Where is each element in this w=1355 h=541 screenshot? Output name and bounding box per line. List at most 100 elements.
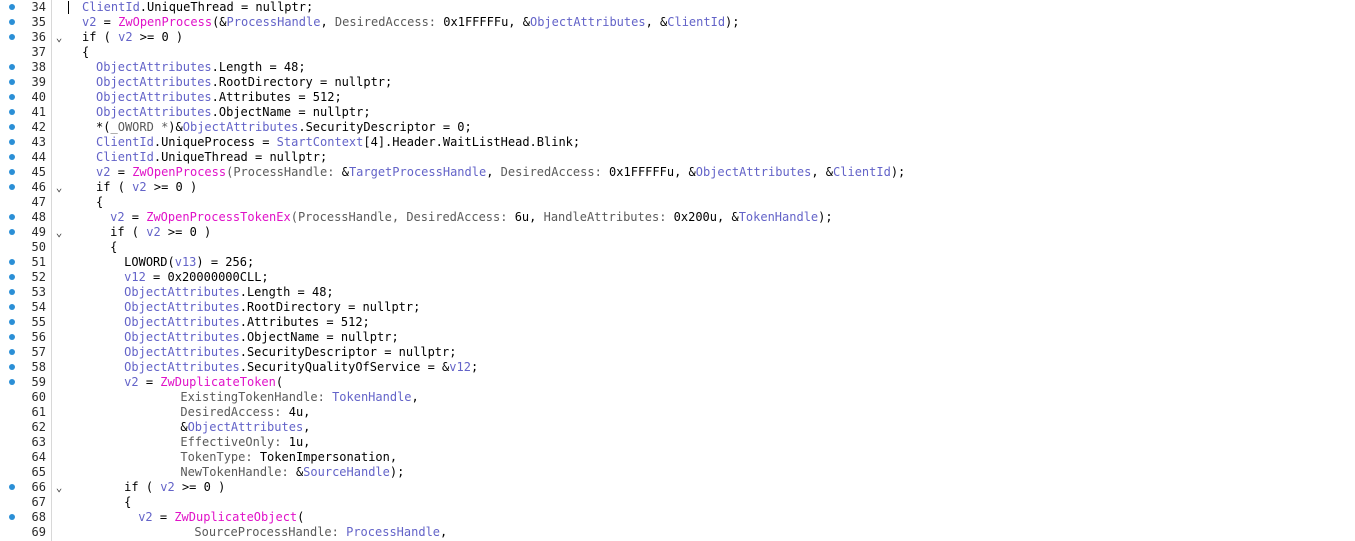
code-line[interactable]: 53 ObjectAttributes.Length = 48;: [0, 285, 1355, 300]
code-text[interactable]: v2 = ZwOpenProcess(&ProcessHandle, Desir…: [82, 15, 740, 30]
breakpoint-dot-icon[interactable]: [9, 64, 15, 70]
code-text[interactable]: if ( v2 >= 0 ): [96, 180, 197, 195]
code-text[interactable]: if ( v2 >= 0 ): [110, 225, 211, 240]
code-text[interactable]: EffectiveOnly: 1u,: [180, 435, 310, 450]
code-line[interactable]: 41 ObjectAttributes.ObjectName = nullptr;: [0, 105, 1355, 120]
code-text[interactable]: ObjectAttributes.Attributes = 512;: [124, 315, 370, 330]
code-text[interactable]: {: [110, 240, 117, 255]
breakpoint-dot-icon[interactable]: [9, 169, 15, 175]
code-line[interactable]: 45 v2 = ZwOpenProcess(ProcessHandle: &Tar…: [0, 165, 1355, 180]
code-text[interactable]: v2 = ZwDuplicateObject(: [138, 510, 304, 525]
code-line[interactable]: 36 ⌄ if ( v2 >= 0 ): [0, 30, 1355, 45]
code-text[interactable]: ObjectAttributes.Length = 48;: [96, 60, 306, 75]
breakpoint-dot-icon[interactable]: [9, 4, 15, 10]
code-text[interactable]: v12 = 0x20000000CLL;: [124, 270, 269, 285]
code-text[interactable]: v2 = ZwOpenProcessTokenEx(ProcessHandle,…: [110, 210, 833, 225]
code-line[interactable]: 57 ObjectAttributes.SecurityDescriptor = …: [0, 345, 1355, 360]
breakpoint-dot-icon[interactable]: [9, 364, 15, 370]
code-line[interactable]: 61 DesiredAccess: 4u,: [0, 405, 1355, 420]
code-text[interactable]: if ( v2 >= 0 ): [124, 480, 225, 495]
code-text[interactable]: SourceProcessHandle: ProcessHandle,: [194, 525, 447, 540]
code-line[interactable]: 56 ObjectAttributes.ObjectName = nullptr;: [0, 330, 1355, 345]
code-text[interactable]: ObjectAttributes.ObjectName = nullptr;: [96, 105, 371, 120]
breakpoint-dot-icon[interactable]: [9, 139, 15, 145]
breakpoint-dot-icon[interactable]: [9, 274, 15, 280]
code-line[interactable]: 51 LOWORD(v13) = 256;: [0, 255, 1355, 270]
code-line[interactable]: 62 &ObjectAttributes,: [0, 420, 1355, 435]
breakpoint-dot-icon[interactable]: [9, 109, 15, 115]
code-line[interactable]: 34 ClientId.UniqueThread = nullptr;: [0, 0, 1355, 15]
code-line[interactable]: 47 {: [0, 195, 1355, 210]
code-line[interactable]: 35 v2 = ZwOpenProcess(&ProcessHandle, Des…: [0, 15, 1355, 30]
code-text[interactable]: LOWORD(v13) = 256;: [124, 255, 254, 270]
code-line[interactable]: 46 ⌄ if ( v2 >= 0 ): [0, 180, 1355, 195]
breakpoint-dot-icon[interactable]: [9, 349, 15, 355]
code-text[interactable]: if ( v2 >= 0 ): [82, 30, 183, 45]
fold-chevron-down-icon[interactable]: ⌄: [53, 180, 65, 195]
breakpoint-dot-icon[interactable]: [9, 379, 15, 385]
breakpoint-dot-icon[interactable]: [9, 514, 15, 520]
breakpoint-dot-icon[interactable]: [9, 124, 15, 130]
breakpoint-dot-icon[interactable]: [9, 94, 15, 100]
breakpoint-dot-icon[interactable]: [9, 484, 15, 490]
breakpoint-dot-icon[interactable]: [9, 334, 15, 340]
code-line[interactable]: 37 {: [0, 45, 1355, 60]
code-text[interactable]: v2 = ZwOpenProcess(ProcessHandle: &Targe…: [96, 165, 905, 180]
code-line[interactable]: 43 ClientId.UniqueProcess = StartContext[…: [0, 135, 1355, 150]
code-text[interactable]: v2 = ZwDuplicateToken(: [124, 375, 283, 390]
code-line[interactable]: 38 ObjectAttributes.Length = 48;: [0, 60, 1355, 75]
code-line[interactable]: 55 ObjectAttributes.Attributes = 512;: [0, 315, 1355, 330]
code-text[interactable]: ObjectAttributes.Length = 48;: [124, 285, 334, 300]
code-text[interactable]: TokenType: TokenImpersonation,: [180, 450, 397, 465]
code-line[interactable]: 58 ObjectAttributes.SecurityQualityOfServ…: [0, 360, 1355, 375]
code-line[interactable]: 69 SourceProcessHandle: ProcessHandle,: [0, 525, 1355, 540]
breakpoint-dot-icon[interactable]: [9, 214, 15, 220]
breakpoint-dot-icon[interactable]: [9, 304, 15, 310]
code-text[interactable]: &ObjectAttributes,: [180, 420, 310, 435]
breakpoint-dot-icon[interactable]: [9, 319, 15, 325]
breakpoint-dot-icon[interactable]: [9, 229, 15, 235]
fold-chevron-down-icon[interactable]: ⌄: [53, 480, 65, 495]
fold-chevron-down-icon[interactable]: ⌄: [53, 225, 65, 240]
code-line[interactable]: 66 ⌄ if ( v2 >= 0 ): [0, 480, 1355, 495]
code-line[interactable]: 67 {: [0, 495, 1355, 510]
pseudocode-editor[interactable]: 34 ClientId.UniqueThread = nullptr; 35 v2 =…: [0, 0, 1355, 541]
code-line[interactable]: 60 ExistingTokenHandle: TokenHandle,: [0, 390, 1355, 405]
code-line[interactable]: 44 ClientId.UniqueThread = nullptr;: [0, 150, 1355, 165]
breakpoint-dot-icon[interactable]: [9, 79, 15, 85]
code-text[interactable]: ObjectAttributes.SecurityDescriptor = nu…: [124, 345, 456, 360]
code-line[interactable]: 65 NewTokenHandle: &SourceHandle);: [0, 465, 1355, 480]
fold-chevron-down-icon[interactable]: ⌄: [53, 30, 65, 45]
code-line[interactable]: 68 v2 = ZwDuplicateObject(: [0, 510, 1355, 525]
code-line[interactable]: 64 TokenType: TokenImpersonation,: [0, 450, 1355, 465]
code-text[interactable]: ExistingTokenHandle: TokenHandle,: [180, 390, 418, 405]
code-text[interactable]: *(_OWORD *)&ObjectAttributes.SecurityDes…: [96, 120, 472, 135]
breakpoint-dot-icon[interactable]: [9, 34, 15, 40]
breakpoint-dot-icon[interactable]: [9, 19, 15, 25]
code-text[interactable]: ObjectAttributes.RootDirectory = nullptr…: [124, 300, 420, 315]
code-text[interactable]: ClientId.UniqueThread = nullptr;: [82, 0, 313, 15]
code-text[interactable]: {: [82, 45, 89, 60]
code-text[interactable]: ClientId.UniqueThread = nullptr;: [96, 150, 327, 165]
code-line[interactable]: 52 v12 = 0x20000000CLL;: [0, 270, 1355, 285]
code-text[interactable]: NewTokenHandle: &SourceHandle);: [180, 465, 404, 480]
code-text[interactable]: ObjectAttributes.RootDirectory = nullptr…: [96, 75, 392, 90]
code-line[interactable]: 48 v2 = ZwOpenProcessTokenEx(ProcessHandl…: [0, 210, 1355, 225]
code-line[interactable]: 39 ObjectAttributes.RootDirectory = nullp…: [0, 75, 1355, 90]
code-line[interactable]: 54 ObjectAttributes.RootDirectory = nullp…: [0, 300, 1355, 315]
code-line[interactable]: 42 *(_OWORD *)&ObjectAttributes.SecurityD…: [0, 120, 1355, 135]
code-text[interactable]: {: [124, 495, 131, 510]
breakpoint-dot-icon[interactable]: [9, 289, 15, 295]
code-text[interactable]: ObjectAttributes.ObjectName = nullptr;: [124, 330, 399, 345]
code-line[interactable]: 50 {: [0, 240, 1355, 255]
code-text[interactable]: ObjectAttributes.SecurityQualityOfServic…: [124, 360, 478, 375]
code-line[interactable]: 63 EffectiveOnly: 1u,: [0, 435, 1355, 450]
code-line[interactable]: 49 ⌄ if ( v2 >= 0 ): [0, 225, 1355, 240]
breakpoint-dot-icon[interactable]: [9, 154, 15, 160]
code-text[interactable]: DesiredAccess: 4u,: [180, 405, 310, 420]
code-text[interactable]: ObjectAttributes.Attributes = 512;: [96, 90, 342, 105]
breakpoint-dot-icon[interactable]: [9, 259, 15, 265]
code-line[interactable]: 59 v2 = ZwDuplicateToken(: [0, 375, 1355, 390]
code-line[interactable]: 40 ObjectAttributes.Attributes = 512;: [0, 90, 1355, 105]
code-text[interactable]: {: [96, 195, 103, 210]
